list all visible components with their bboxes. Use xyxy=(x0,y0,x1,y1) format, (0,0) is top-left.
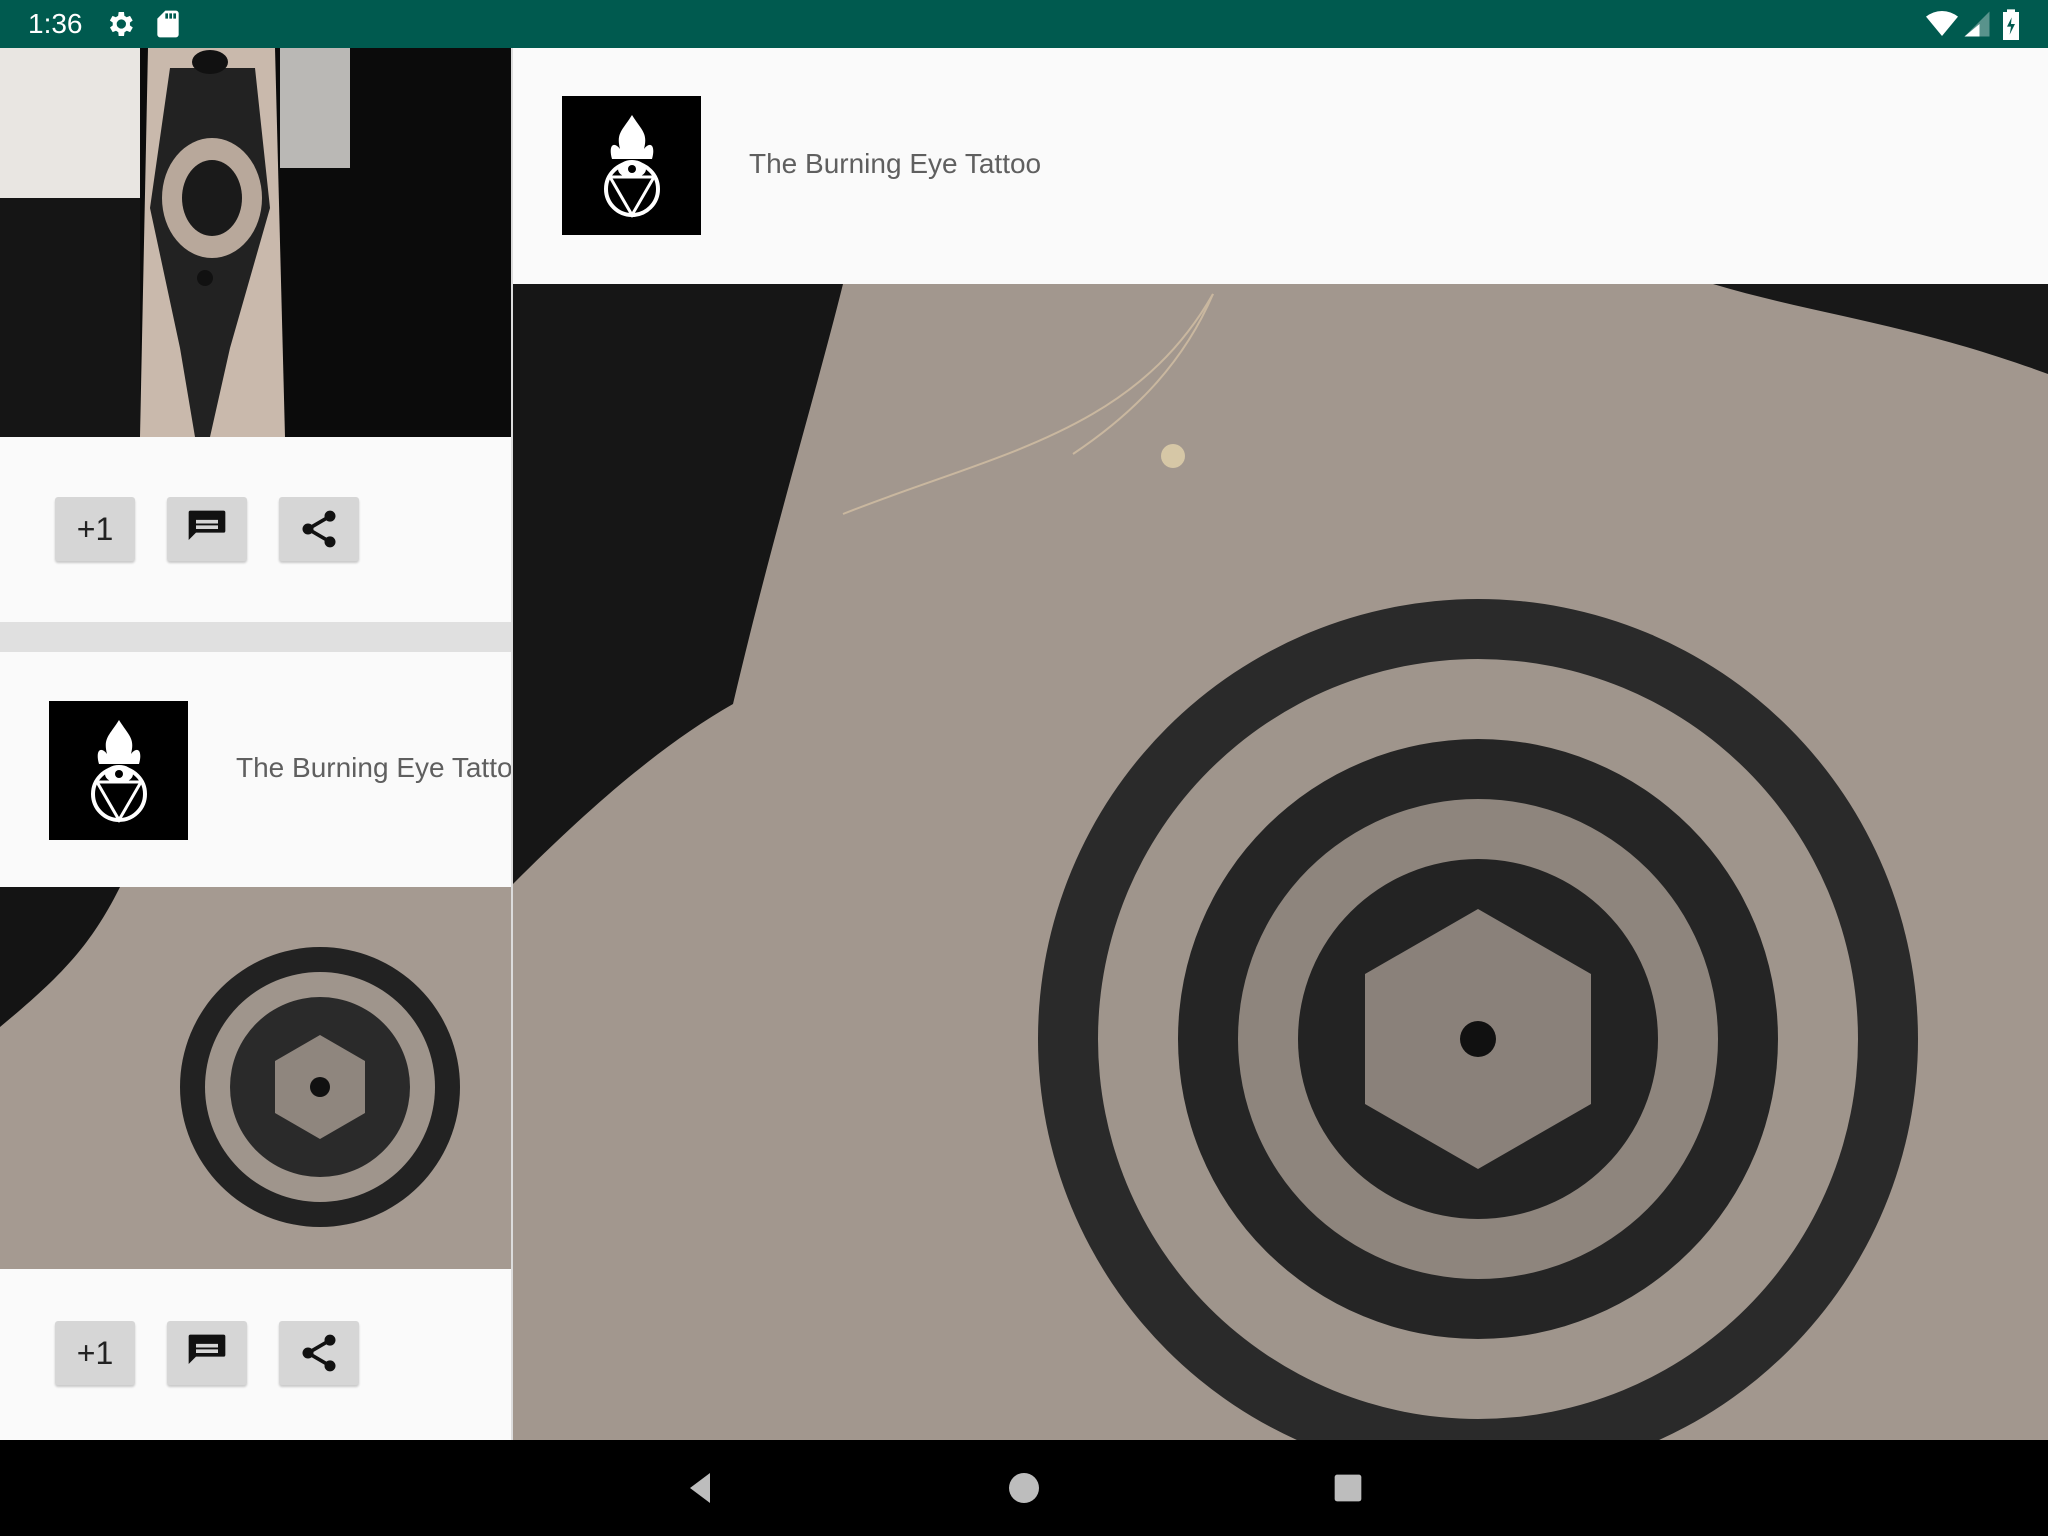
post-image[interactable] xyxy=(0,48,511,437)
author-avatar[interactable] xyxy=(49,701,188,840)
post-actions: +1 xyxy=(0,1269,511,1440)
share-icon xyxy=(302,1334,336,1372)
burning-eye-logo-icon xyxy=(603,114,660,218)
comment-icon xyxy=(188,510,226,540)
signal-icon xyxy=(1964,11,1990,37)
plus-one-label: +1 xyxy=(76,1334,114,1371)
burning-eye-logo-icon xyxy=(90,719,147,823)
comment-button[interactable] xyxy=(167,497,247,561)
author-name[interactable]: The Burning Eye Tattoo xyxy=(236,752,511,784)
comment-icon xyxy=(188,1334,226,1364)
plus-one-button[interactable]: +1 xyxy=(55,1321,135,1385)
mandala-back-tattoo-photo xyxy=(0,887,511,1269)
share-button[interactable] xyxy=(279,1321,359,1385)
feed-list[interactable]: +1 The Burning Eye Tattoo +1 xyxy=(0,48,511,1440)
home-icon[interactable] xyxy=(1004,1468,1044,1508)
detail-image[interactable] xyxy=(513,284,2048,1440)
plus-one-button[interactable]: +1 xyxy=(55,497,135,561)
forearm-tattoo-photo xyxy=(0,48,511,437)
sd-card-icon xyxy=(157,10,179,38)
post-actions: +1 xyxy=(0,437,511,622)
mandala-back-tattoo-photo-large xyxy=(513,284,2048,1440)
gear-icon xyxy=(109,12,133,36)
author-name[interactable]: The Burning Eye Tattoo xyxy=(749,148,1041,180)
detail-header[interactable]: The Burning Eye Tattoo xyxy=(513,48,2048,284)
navigation-bar xyxy=(0,1440,2048,1536)
status-time: 1:36 xyxy=(28,8,83,39)
post-image[interactable] xyxy=(0,887,511,1269)
post-separator xyxy=(0,622,511,652)
author-avatar[interactable] xyxy=(562,96,701,235)
share-icon xyxy=(302,510,336,548)
comment-button[interactable] xyxy=(167,1321,247,1385)
status-bar: 1:36 xyxy=(0,0,2048,48)
share-button[interactable] xyxy=(279,497,359,561)
battery-icon xyxy=(2003,9,2019,40)
back-icon[interactable] xyxy=(680,1468,720,1508)
wifi-icon xyxy=(1926,10,1958,36)
post-header[interactable]: The Burning Eye Tattoo xyxy=(0,652,511,887)
plus-one-label: +1 xyxy=(76,510,114,547)
recents-icon[interactable] xyxy=(1328,1468,1368,1508)
detail-pane: The Burning Eye Tattoo xyxy=(513,48,2048,1440)
